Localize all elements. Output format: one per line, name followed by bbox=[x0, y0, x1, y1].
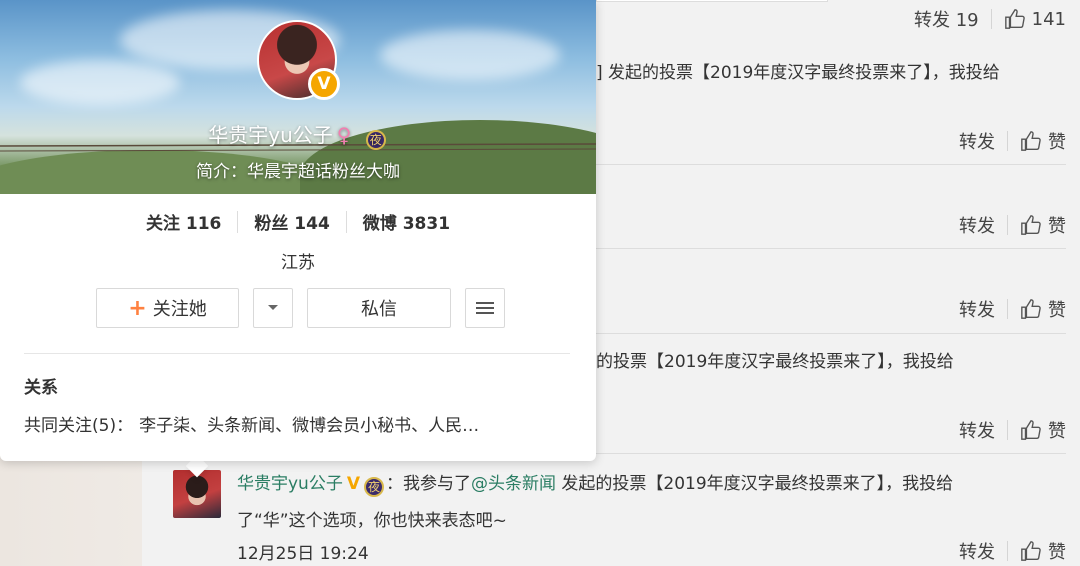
post-3-text: 的投票【2019年度汉字最终投票来了】，我投给 bbox=[596, 352, 954, 372]
post-4-text-line2: 了“华”这个选项，你也快来表态吧~ bbox=[237, 511, 507, 531]
level-badge-icon[interactable]: 夜 bbox=[365, 129, 386, 150]
post-timestamp[interactable]: 12月25日 19:24 bbox=[237, 539, 369, 564]
thumbs-up-icon[interactable] bbox=[1020, 419, 1042, 441]
repost-button[interactable]: 转发 bbox=[959, 212, 995, 238]
plus-icon: + bbox=[128, 295, 147, 321]
action-separator bbox=[1007, 420, 1008, 440]
verified-icon: V bbox=[346, 474, 361, 494]
repost-button[interactable]: 转发 19 bbox=[914, 6, 979, 32]
female-icon: ♀ bbox=[336, 123, 352, 147]
like-button[interactable]: 赞 bbox=[1048, 296, 1066, 322]
message-button-label: 私信 bbox=[361, 299, 397, 320]
post-0-text: ] 发起的投票【2019年度汉字最终投票来了】，我投给 bbox=[596, 63, 1000, 83]
post-text-rest: 发起的投票【2019年度汉字最终投票来了】，我投给 bbox=[556, 474, 954, 494]
repost-button[interactable]: 转发 bbox=[959, 417, 995, 443]
level-badge-icon[interactable]: 夜 bbox=[364, 476, 385, 497]
profile-stats: 关注 116 粉丝 144 微博 3831 bbox=[0, 209, 596, 234]
message-button[interactable]: 私信 bbox=[307, 288, 451, 328]
like-button[interactable]: 赞 bbox=[1048, 417, 1066, 443]
verified-badge-icon: V bbox=[308, 68, 340, 100]
post-2-actions: 转发 赞 bbox=[959, 296, 1066, 322]
post-3-actions: 转发 赞 bbox=[959, 417, 1066, 443]
action-separator bbox=[1007, 541, 1008, 561]
post-divider bbox=[596, 248, 1066, 249]
post-divider bbox=[596, 333, 1066, 334]
relation-title: 关系 bbox=[24, 378, 58, 398]
mutual-follows-label: 共同关注(5)： bbox=[24, 416, 134, 436]
like-button[interactable]: 赞 bbox=[1048, 538, 1066, 564]
hamburger-menu-icon bbox=[476, 302, 494, 314]
caret-down-icon bbox=[268, 305, 278, 310]
thumbs-up-icon[interactable] bbox=[1004, 8, 1026, 30]
post-4-text: 华贵宇yu公子 V 夜：我参与了@头条新闻 发起的投票【2019年度汉字最终投票来了… bbox=[237, 469, 953, 497]
profile-bio: 简介：华晨宇超话粉丝大咖 bbox=[196, 162, 400, 182]
post-divider bbox=[596, 164, 1066, 165]
action-separator bbox=[1007, 215, 1008, 235]
profile-popover: V 华贵宇yu公子 ♀ 夜 简介：华晨宇超话粉丝大咖 关注 116 粉丝 144 … bbox=[0, 0, 596, 461]
repost-button[interactable]: 转发 bbox=[959, 538, 995, 564]
mutual-follows: 共同关注(5)： 李子柒、头条新闻、微博会员小秘书、人民… bbox=[24, 411, 479, 436]
profile-name-row: 华贵宇yu公子 ♀ 夜 bbox=[0, 119, 596, 150]
post-4-actions: 转发 赞 bbox=[959, 538, 1066, 564]
posts-stat[interactable]: 微博 3831 bbox=[347, 209, 466, 234]
followers-stat[interactable]: 粉丝 144 bbox=[238, 209, 345, 234]
mutual-follows-names[interactable]: 李子柒、头条新闻、微博会员小秘书、人民… bbox=[139, 416, 479, 436]
follow-button-label: 关注她 bbox=[152, 299, 207, 320]
thumbs-up-icon[interactable] bbox=[1020, 214, 1042, 236]
post-0-actions-bottom: 转发 赞 bbox=[959, 128, 1066, 154]
thumbs-up-icon[interactable] bbox=[1020, 540, 1042, 562]
thumbs-up-icon[interactable] bbox=[1020, 298, 1042, 320]
post-0-actions: 转发 19 141 bbox=[914, 6, 1066, 32]
like-button[interactable]: 赞 bbox=[1048, 128, 1066, 154]
author-link[interactable]: 华贵宇yu公子 bbox=[237, 474, 343, 494]
mention-link[interactable]: @头条新闻 bbox=[471, 474, 556, 494]
post-1-actions: 转发 赞 bbox=[959, 212, 1066, 238]
action-separator bbox=[1007, 299, 1008, 319]
repost-button[interactable]: 转发 bbox=[959, 128, 995, 154]
action-separator bbox=[1007, 131, 1008, 151]
follow-options-dropdown[interactable] bbox=[253, 288, 293, 328]
more-menu-button[interactable] bbox=[465, 288, 505, 328]
profile-name[interactable]: 华贵宇yu公子 bbox=[208, 123, 333, 147]
following-stat[interactable]: 关注 116 bbox=[130, 209, 237, 234]
follow-button[interactable]: + 关注她 bbox=[96, 288, 239, 328]
like-count[interactable]: 141 bbox=[1032, 9, 1066, 30]
profile-location: 江苏 bbox=[281, 253, 315, 273]
thumbs-up-icon[interactable] bbox=[1020, 130, 1042, 152]
post-text-prefix: ：我参与了 bbox=[386, 474, 472, 494]
feed-top-input[interactable] bbox=[596, 0, 828, 2]
popover-divider bbox=[24, 353, 570, 354]
repost-button[interactable]: 转发 bbox=[959, 296, 995, 322]
like-button[interactable]: 赞 bbox=[1048, 212, 1066, 238]
action-separator bbox=[990, 9, 992, 29]
